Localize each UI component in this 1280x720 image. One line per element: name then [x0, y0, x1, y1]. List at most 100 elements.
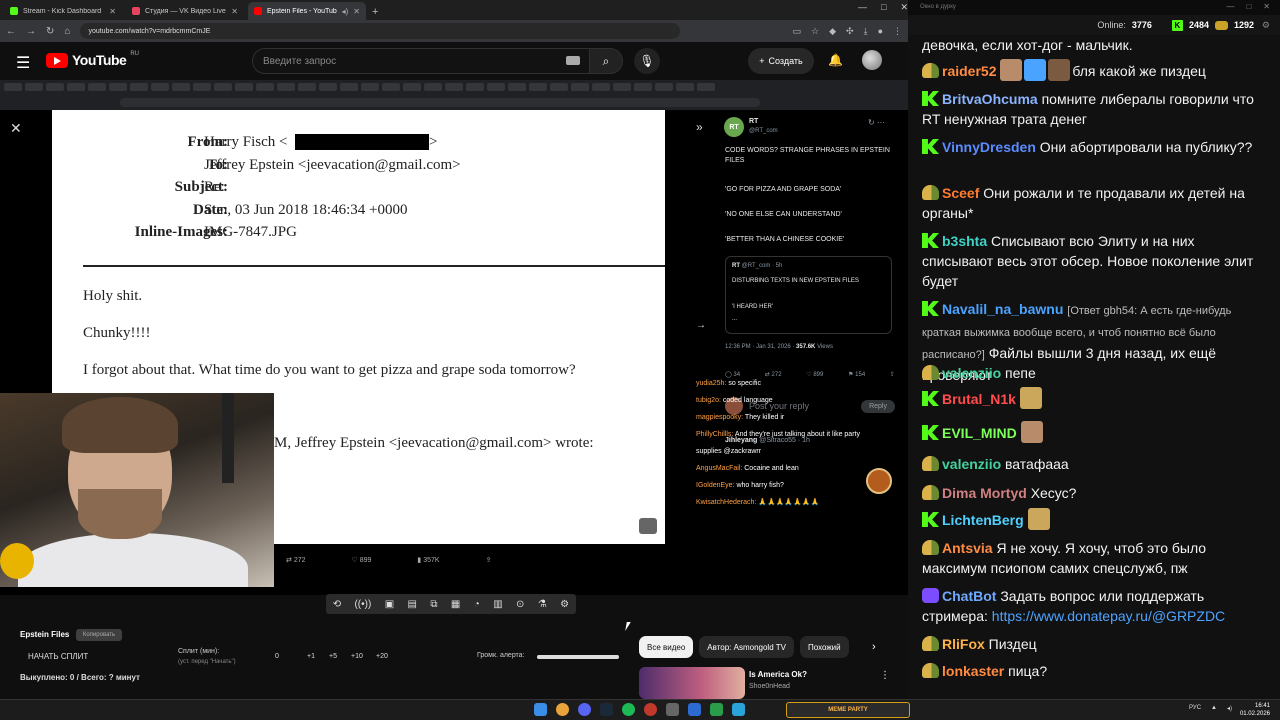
tweet-author-name[interactable]: RT — [749, 118, 758, 125]
language-indicator[interactable]: РУС — [1189, 705, 1201, 712]
obs-icon[interactable] — [644, 703, 657, 716]
chat-username[interactable]: RliFox — [942, 636, 985, 652]
chevron-right-icon[interactable]: › — [872, 641, 876, 653]
youtube-logo[interactable]: YouTube RU — [46, 51, 139, 68]
next-arrow-icon[interactable]: → — [696, 320, 706, 331]
app-icon[interactable] — [688, 703, 701, 716]
close-window-icon[interactable]: ✕ — [1263, 2, 1270, 11]
chat-username[interactable]: valenziio — [942, 456, 1001, 472]
chat-settings-gear-icon[interactable]: ⚙ — [1262, 20, 1270, 31]
chat-username[interactable]: lonkaster — [942, 663, 1004, 679]
settings-gear-icon[interactable]: ⚙ — [560, 599, 569, 610]
extension-icon[interactable]: ◆ — [829, 26, 836, 37]
split-plus-10-button[interactable]: +10 — [351, 653, 363, 660]
filter-icon[interactable]: ⚗ — [538, 599, 547, 610]
minimize-icon[interactable]: — — [1226, 2, 1234, 11]
split-plus-5-button[interactable]: +5 — [329, 653, 337, 660]
chat-username[interactable]: VinnyDresden — [942, 139, 1036, 155]
hamburger-menu-icon[interactable]: ☰ — [16, 53, 30, 73]
autoplay-icon[interactable]: ▣ — [385, 599, 394, 610]
meme-party-widget[interactable]: MEME PARTY — [786, 702, 910, 718]
chrome-icon[interactable] — [556, 703, 569, 716]
minimize-icon[interactable]: — — [858, 2, 867, 13]
copy-button[interactable]: Копировать — [76, 629, 122, 641]
new-tab-icon[interactable]: + — [372, 6, 378, 18]
retweet-count[interactable]: ⇄ 272 — [286, 556, 306, 564]
steam-icon[interactable] — [600, 703, 613, 716]
account-avatar[interactable] — [862, 50, 882, 70]
network-icon[interactable]: ▲ — [1211, 705, 1217, 712]
keyboard-icon[interactable] — [566, 56, 580, 65]
transcript-icon[interactable]: ▥ — [493, 599, 502, 610]
chat-username[interactable]: EVIL_MIND — [942, 425, 1017, 441]
url-field[interactable]: youtube.com/watch?v=mdrbcmmCmJE — [80, 23, 681, 39]
close-tab-icon[interactable]: ✕ — [353, 7, 360, 16]
subtitles-icon[interactable]: ▦ — [451, 599, 460, 610]
forward-icon[interactable]: → — [26, 26, 36, 37]
maximize-icon[interactable]: □ — [1246, 2, 1251, 11]
like-count[interactable]: ♡ 899 — [352, 556, 372, 564]
close-image-icon[interactable]: ✕ — [10, 120, 22, 137]
voice-search-button[interactable]: 🎙 — [634, 48, 660, 74]
alert-volume-slider[interactable] — [537, 655, 619, 659]
home-icon[interactable]: ⌂ — [64, 26, 70, 37]
taskbar-clock[interactable]: 16:41 01.02.2026 — [1240, 702, 1270, 718]
chip-author[interactable]: Автор: Asmongold TV — [699, 636, 794, 658]
chip-all-videos[interactable]: Все видео — [639, 636, 694, 658]
broadcast-icon[interactable]: ((•)) — [354, 599, 371, 610]
speed-icon[interactable]: ◔ — [474, 599, 480, 610]
close-tab-icon[interactable]: ✕ — [109, 7, 116, 16]
close-window-icon[interactable]: ✕ — [900, 2, 908, 13]
maximize-icon[interactable]: □ — [881, 2, 886, 13]
bookmark-star-icon[interactable]: ☆ — [811, 26, 819, 37]
telegram-icon[interactable] — [732, 703, 745, 716]
browser-tab-youtube[interactable]: Epstein Files - YouTube ◂) ✕ — [248, 2, 366, 20]
chat-username[interactable]: LichtenBerg — [942, 512, 1024, 528]
screen-share-icon[interactable]: ▭ — [793, 26, 802, 37]
chat-username[interactable]: Antsvia — [942, 540, 993, 556]
split-plus-20-button[interactable]: +20 — [376, 653, 388, 660]
browser-tab-vk[interactable]: Студия — VK Видео Live ✕ — [126, 2, 244, 20]
split-plus-1-button[interactable]: +1 — [307, 653, 315, 660]
chat-username[interactable]: ChatBot — [942, 588, 996, 604]
recommended-thumbnail[interactable] — [639, 667, 745, 699]
chat-username[interactable]: Brutal_N1k — [942, 391, 1016, 407]
screenshot-icon[interactable]: ⊙ — [516, 599, 524, 610]
tweet-more-icon[interactable]: ↻ ⋯ — [868, 118, 885, 127]
pip-icon[interactable]: ⧉ — [430, 599, 437, 610]
start-icon[interactable] — [534, 703, 547, 716]
search-button[interactable]: ⌕ — [589, 48, 623, 74]
puzzle-icon[interactable]: ✣ — [846, 26, 854, 37]
chat-username[interactable]: Dima Mortyd — [942, 485, 1027, 501]
volume-icon[interactable]: ◂) — [1227, 705, 1232, 712]
document-icon[interactable] — [639, 518, 657, 534]
chat-username[interactable]: Navalil_na_bawnu — [942, 301, 1063, 317]
rt-avatar[interactable]: RT — [724, 117, 744, 137]
profile-icon[interactable]: ● — [878, 26, 883, 37]
view-count[interactable]: ▮ 357K — [417, 556, 439, 564]
spotify-icon[interactable] — [622, 703, 635, 716]
share-icon[interactable]: ⇪ — [486, 556, 492, 564]
recommended-title[interactable]: Is America Ok? — [749, 670, 807, 679]
notifications-bell-icon[interactable]: 🔔 — [828, 53, 843, 67]
reload-icon[interactable]: ↻ — [46, 26, 54, 37]
video-player[interactable]: ✕ From: Harry Fisch < > To: Jeffrey Epst… — [0, 80, 908, 595]
download-icon[interactable]: ⤓ — [864, 26, 868, 37]
speaker-icon[interactable]: ◂) — [342, 7, 349, 16]
chat-username[interactable]: valenziio — [942, 365, 1001, 381]
chat-username[interactable]: Sceef — [942, 185, 979, 201]
browser-tab-kick[interactable]: Stream - Kick Dashboard ✕ — [4, 2, 122, 20]
discord-icon[interactable] — [578, 703, 591, 716]
tweet-author-handle[interactable]: @RT_com — [749, 128, 778, 134]
chat-username[interactable]: raider52 — [942, 63, 996, 79]
quoted-tweet[interactable]: RT @RT_com · 5h DISTURBING TEXTS IN NEW … — [725, 256, 892, 334]
browser-menu-icon[interactable]: ⋮ — [893, 26, 902, 37]
close-tab-icon[interactable]: ✕ — [231, 7, 238, 16]
chat-username[interactable]: b3shta — [942, 233, 987, 249]
clip-icon[interactable]: ▤ — [408, 599, 417, 610]
chip-similar[interactable]: Похожий — [799, 636, 849, 658]
start-split-button[interactable]: НАЧАТЬ СПЛИТ — [28, 652, 88, 661]
chat-link[interactable]: https://www.donatepay.ru/@GRPZDC — [992, 608, 1225, 624]
back-icon[interactable]: ← — [6, 26, 16, 37]
chat-username[interactable]: BritvaOhcuma — [942, 91, 1038, 107]
